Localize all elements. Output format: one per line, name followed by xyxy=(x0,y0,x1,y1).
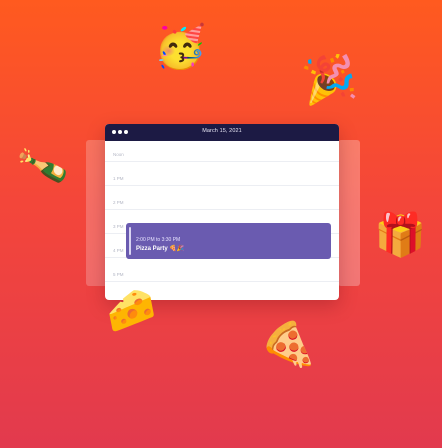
cheese-icon: 🧀 xyxy=(102,284,160,336)
day-grid[interactable]: Noon 1 PM 2 PM 3 PM 4 PM 5 PM 2:00 PM to… xyxy=(105,141,339,300)
event-time: 2:00 PM to 3:30 PM xyxy=(136,237,181,243)
event-accent-bar xyxy=(129,227,131,255)
event-pizza-party[interactable]: 2:00 PM to 3:30 PM Pizza Party 🍕🎉 xyxy=(126,223,331,259)
hour-line xyxy=(105,281,339,282)
window-title: March 15, 2021 xyxy=(202,128,242,134)
party-face-icon: 🥳 xyxy=(154,23,207,70)
hour-label: Noon xyxy=(113,152,124,157)
hour-label: 3 PM xyxy=(113,224,124,229)
hour-label: 2 PM xyxy=(113,200,124,205)
hour-line xyxy=(105,161,339,162)
gift-icon: 🎁 xyxy=(374,211,427,258)
hour-line xyxy=(105,209,339,210)
champagne-icon: 🍾 xyxy=(11,136,74,196)
pizza-icon: 🍕 xyxy=(254,316,321,379)
event-title: Pizza Party 🍕🎉 xyxy=(136,246,185,252)
calendar-window: March 15, 2021 Noon 1 PM 2 PM 3 PM 4 PM … xyxy=(105,124,339,300)
hour-label: 1 PM xyxy=(113,176,124,181)
window-titlebar: March 15, 2021 xyxy=(105,124,339,141)
side-card-right xyxy=(338,140,360,286)
party-popper-icon: 🎉 xyxy=(298,51,360,108)
hour-line xyxy=(105,185,339,186)
hour-label: 4 PM xyxy=(113,248,124,253)
hour-label: 5 PM xyxy=(113,272,124,277)
